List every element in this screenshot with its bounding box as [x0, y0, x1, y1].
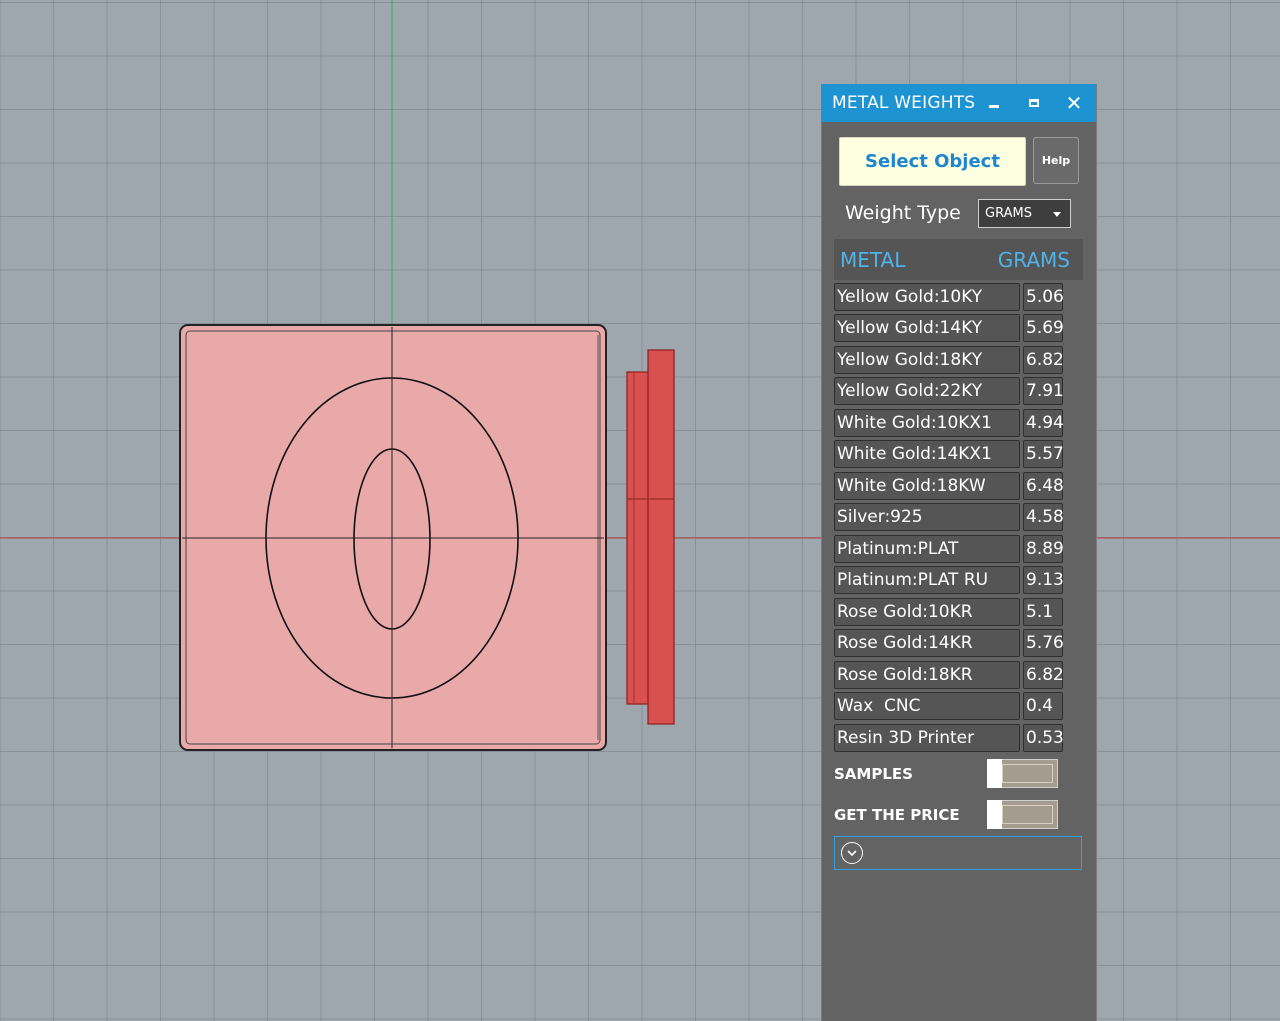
- maximize-button[interactable]: [1020, 84, 1048, 122]
- help-button[interactable]: Help: [1033, 137, 1079, 184]
- table-row[interactable]: Yellow Gold:10KY 5.06: [834, 281, 1068, 313]
- select-object-button[interactable]: Select Object: [839, 137, 1026, 186]
- weight-type-value: GRAMS: [985, 206, 1032, 221]
- table-row[interactable]: Silver:925 4.58: [834, 502, 1068, 534]
- minimize-button[interactable]: [980, 84, 1008, 122]
- metal-weights-panel: METAL WEIGHTS ✕ Select Object Help Weigh…: [822, 84, 1096, 1021]
- metal-name-cell: Rose Gold:14KR: [834, 629, 1020, 658]
- weight-value-cell: 5.76: [1023, 629, 1064, 658]
- samples-toggle[interactable]: [987, 759, 1058, 788]
- metal-name-cell: Wax CNC: [834, 692, 1020, 721]
- get-price-toggle[interactable]: [987, 800, 1058, 829]
- metal-name-cell: Rose Gold:18KR: [834, 660, 1020, 689]
- metal-name-cell: Yellow Gold:22KY: [834, 377, 1020, 406]
- square-object[interactable]: [179, 324, 607, 751]
- table-row[interactable]: Platinum:PLAT RU 9.13: [834, 565, 1068, 597]
- profile-front-plate: [647, 349, 675, 725]
- expander-panel[interactable]: [834, 836, 1082, 870]
- samples-label: SAMPLES: [834, 765, 913, 783]
- table-row[interactable]: Yellow Gold:22KY 7.91: [834, 376, 1068, 408]
- weight-value-cell: 7.91: [1023, 377, 1064, 406]
- metal-name-cell: White Gold:18KW: [834, 471, 1020, 500]
- metal-name-cell: Yellow Gold:10KY: [834, 282, 1020, 311]
- weight-value-cell: 6.82: [1023, 345, 1064, 374]
- metal-name-cell: White Gold:14KX1: [834, 440, 1020, 469]
- weight-value-cell: 9.13: [1023, 566, 1064, 595]
- panel-titlebar[interactable]: METAL WEIGHTS ✕: [822, 84, 1096, 122]
- weight-value-cell: 4.94: [1023, 408, 1064, 437]
- chevron-down-icon: [1053, 212, 1061, 217]
- table-row[interactable]: White Gold:14KX1 5.57: [834, 439, 1068, 471]
- close-icon: ✕: [1065, 91, 1083, 115]
- table-row[interactable]: White Gold:10KX1 4.94: [834, 407, 1068, 439]
- table-row[interactable]: Rose Gold:14KR 5.76: [834, 628, 1068, 660]
- table-row[interactable]: Yellow Gold:18KY 6.82: [834, 344, 1068, 376]
- toggle-track: [1002, 805, 1053, 824]
- panel-title: METAL WEIGHTS: [832, 93, 976, 113]
- table-row[interactable]: Rose Gold:18KR 6.82: [834, 659, 1068, 691]
- toggle-track: [1002, 764, 1053, 783]
- metal-name-cell: Silver:925: [834, 503, 1020, 532]
- metal-name-cell: Yellow Gold:14KY: [834, 314, 1020, 343]
- metal-table: Yellow Gold:10KY 5.06 Yellow Gold:14KY 5.6…: [834, 281, 1068, 754]
- weight-type-select[interactable]: GRAMS: [978, 199, 1071, 228]
- weight-value-cell: 6.82: [1023, 660, 1064, 689]
- weight-value-cell: 5.57: [1023, 440, 1064, 469]
- table-row[interactable]: Resin 3D Printer 0.53: [834, 722, 1068, 754]
- weight-type-label: Weight Type: [845, 202, 961, 224]
- weight-value-cell: 5.1: [1023, 597, 1063, 626]
- metal-name-cell: Platinum:PLAT: [834, 534, 1020, 563]
- weight-value-cell: 0.4: [1023, 692, 1063, 721]
- toggle-knob: [987, 800, 1002, 829]
- weight-value-cell: 0.53: [1023, 723, 1064, 752]
- minimize-icon: [989, 104, 999, 108]
- table-row[interactable]: Wax CNC 0.4: [834, 691, 1068, 723]
- metal-table-header: METAL GRAMS: [834, 239, 1083, 280]
- metal-name-cell: Yellow Gold:18KY: [834, 345, 1020, 374]
- close-button[interactable]: ✕: [1060, 84, 1088, 122]
- metal-name-cell: Platinum:PLAT RU: [834, 566, 1020, 595]
- metal-name-cell: Resin 3D Printer: [834, 723, 1020, 752]
- weight-value-cell: 5.06: [1023, 282, 1064, 311]
- profile-back-plate: [626, 371, 650, 705]
- weight-value-cell: 4.58: [1023, 503, 1064, 532]
- weight-value-cell: 6.48: [1023, 471, 1064, 500]
- side-profile-object[interactable]: [626, 349, 675, 725]
- table-row[interactable]: Platinum:PLAT 8.89: [834, 533, 1068, 565]
- chevron-down-circle-icon[interactable]: [841, 842, 863, 864]
- unit-column-header: GRAMS: [997, 247, 1070, 272]
- weight-value-cell: 5.69: [1023, 314, 1064, 343]
- toggle-knob: [987, 759, 1002, 788]
- get-price-label: GET THE PRICE: [834, 806, 960, 824]
- table-row[interactable]: White Gold:18KW 6.48: [834, 470, 1068, 502]
- metal-column-header: METAL: [840, 247, 906, 272]
- maximize-icon: [1029, 99, 1039, 107]
- table-row[interactable]: Yellow Gold:14KY 5.69: [834, 313, 1068, 345]
- weight-value-cell: 8.89: [1023, 534, 1064, 563]
- metal-name-cell: Rose Gold:10KR: [834, 597, 1020, 626]
- metal-name-cell: White Gold:10KX1: [834, 408, 1020, 437]
- table-row[interactable]: Rose Gold:10KR 5.1: [834, 596, 1068, 628]
